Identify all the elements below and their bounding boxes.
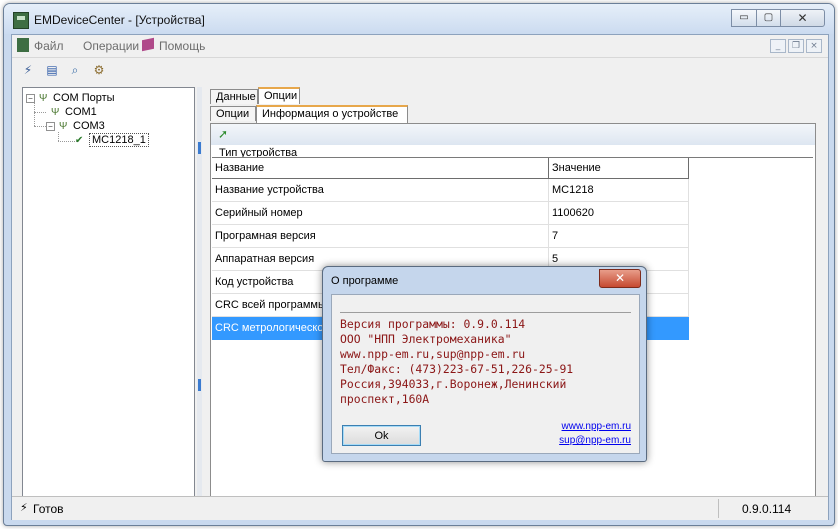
- device-icon[interactable]: ⚙: [91, 62, 107, 78]
- panel-toolbar: ➚: [211, 124, 815, 145]
- tree-line: [34, 101, 35, 126]
- splitter-grip[interactable]: [198, 379, 201, 391]
- row-value[interactable]: 7: [549, 225, 689, 248]
- about-dialog: О программе ✕ Версия программы: 0.9.0.11…: [322, 266, 647, 462]
- tab-data[interactable]: Данные: [210, 89, 258, 104]
- toolbar: ⚡ ▤ ⌕ ⚙: [12, 57, 828, 82]
- window-title: EMDeviceCenter - [Устройства]: [34, 13, 205, 27]
- settings-icon[interactable]: ▤: [44, 62, 60, 78]
- subtab-device-info[interactable]: Информация о устройстве: [256, 105, 408, 123]
- tree-line: [58, 132, 59, 141]
- status-version: 0.9.0.114: [742, 502, 792, 516]
- mdi-minimize-button[interactable]: _: [770, 39, 786, 53]
- port-icon: Ψ: [51, 106, 60, 118]
- tree-line: [34, 112, 46, 113]
- menu-bar: Файл Операции Помощь _ ❐ ×: [12, 35, 828, 57]
- search-icon[interactable]: ⌕: [67, 62, 83, 78]
- maximize-button[interactable]: ▢: [756, 9, 781, 27]
- port-icon: Ψ: [39, 92, 48, 104]
- menu-file[interactable]: Файл: [34, 39, 64, 53]
- menu-help[interactable]: Помощь: [159, 39, 205, 53]
- device-check-icon: ✔: [75, 134, 84, 146]
- connect-icon[interactable]: ⚡: [20, 62, 36, 78]
- splitter[interactable]: [197, 87, 202, 509]
- row-value[interactable]: MC1218: [549, 179, 689, 202]
- tab-options[interactable]: Опции: [258, 87, 300, 104]
- row-name[interactable]: Название устройства: [212, 179, 549, 202]
- tree-node-label: COM1: [65, 106, 97, 118]
- subtab-options[interactable]: Опции: [210, 106, 256, 121]
- status-bar: ⚡ Готов 0.9.0.114: [12, 496, 828, 520]
- refresh-arrow-icon[interactable]: ➚: [218, 127, 228, 141]
- dialog-body: Версия программы: 0.9.0.114 ООО "НПП Эле…: [331, 294, 640, 454]
- tree-node-label: COM Порты: [53, 92, 115, 104]
- email-link[interactable]: sup@npp-em.ru: [559, 435, 631, 446]
- collapse-icon[interactable]: −: [26, 93, 35, 103]
- app-icon: [13, 12, 29, 29]
- splitter-grip[interactable]: [198, 142, 201, 154]
- status-separator: [718, 499, 719, 518]
- tree-node-label: COM3: [73, 120, 105, 132]
- menu-operations[interactable]: Операции: [83, 39, 139, 53]
- about-text: Версия программы: 0.9.0.114 ООО "НПП Эле…: [340, 312, 631, 407]
- help-book-icon: [142, 37, 154, 52]
- mdi-child-icon: [17, 38, 29, 52]
- status-text: Готов: [33, 502, 64, 516]
- ok-button[interactable]: Ok: [342, 425, 421, 446]
- mdi-close-button[interactable]: ×: [806, 39, 822, 53]
- minimize-button[interactable]: ▭: [731, 9, 757, 27]
- tree-node-label: MC1218_1: [89, 133, 149, 147]
- column-header-name[interactable]: Название: [212, 158, 549, 179]
- tree-node-com3[interactable]: − Ψ COM3: [46, 120, 105, 132]
- row-value[interactable]: 1100620: [549, 202, 689, 225]
- tree-node-device[interactable]: ✔ MC1218_1: [75, 133, 149, 147]
- dialog-close-button[interactable]: ✕: [599, 269, 641, 288]
- row-name[interactable]: Серийный номер: [212, 202, 549, 225]
- tree-node-com1[interactable]: Ψ COM1: [51, 106, 97, 118]
- collapse-icon[interactable]: −: [46, 121, 55, 131]
- close-button[interactable]: ✕: [780, 9, 825, 27]
- row-name[interactable]: Програмная версия: [212, 225, 549, 248]
- tree-node-com-ports[interactable]: − Ψ COM Порты: [26, 92, 115, 104]
- dialog-title: О программе: [331, 275, 399, 287]
- tree-line: [34, 126, 46, 127]
- port-icon: Ψ: [59, 120, 68, 132]
- site-link[interactable]: www.npp-em.ru: [562, 421, 631, 432]
- status-icon: ⚡: [20, 501, 28, 514]
- mdi-restore-button[interactable]: ❐: [788, 39, 804, 53]
- column-header-value[interactable]: Значение: [549, 158, 689, 179]
- title-bar[interactable]: EMDeviceCenter - [Устройства] ▭ ▢ ✕: [4, 4, 834, 34]
- device-tree[interactable]: − Ψ COM Порты Ψ COM1 − Ψ COM3 ✔ MC1218_1: [22, 87, 195, 511]
